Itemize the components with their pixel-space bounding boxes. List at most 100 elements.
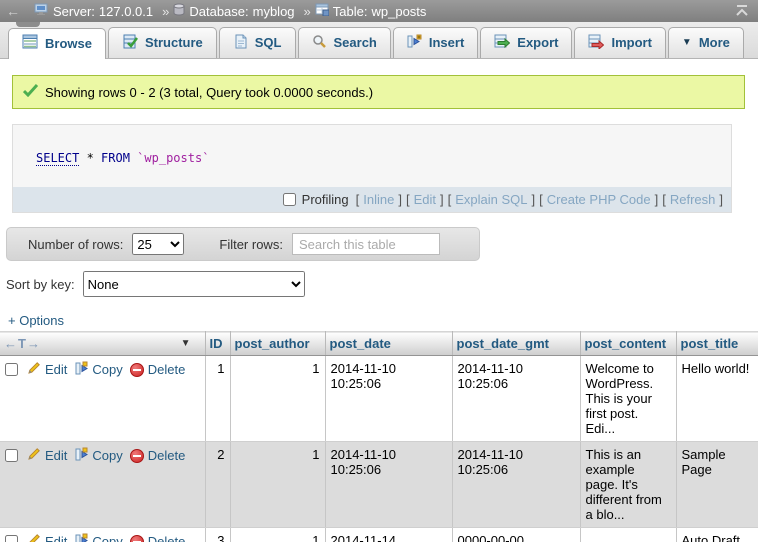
tab-export[interactable]: Export bbox=[480, 27, 572, 58]
breadcrumb-server[interactable]: Server: 127.0.0.1 bbox=[34, 3, 153, 19]
bracket: ] bbox=[532, 192, 536, 207]
cell-id[interactable]: 2 bbox=[205, 442, 230, 528]
delete-icon bbox=[130, 449, 144, 463]
breadcrumb-separator: » bbox=[162, 4, 169, 19]
filter-rows-input[interactable] bbox=[292, 233, 440, 255]
explain-sql-link[interactable]: Explain SQL bbox=[455, 192, 527, 207]
profiling-label: Profiling bbox=[302, 192, 349, 207]
cell-post-date-gmt[interactable]: 0000-00-00 00:00:00 bbox=[452, 528, 580, 542]
browse-icon bbox=[22, 34, 38, 52]
back-arrow-icon[interactable]: ← bbox=[6, 3, 20, 19]
cell-post-date-gmt[interactable]: 2014-11-10 10:25:06 bbox=[452, 356, 580, 442]
check-all-arrows[interactable]: ←T→ bbox=[4, 336, 41, 351]
sql-keyword-select: SELECT bbox=[36, 151, 79, 166]
actions-dropdown-icon[interactable]: ▼ bbox=[181, 338, 191, 349]
import-icon bbox=[588, 34, 604, 52]
bracket: ] bbox=[440, 192, 444, 207]
collapse-icon[interactable] bbox=[734, 4, 750, 20]
row-checkbox[interactable] bbox=[5, 535, 18, 542]
chevron-down-icon: ▼ bbox=[682, 37, 692, 48]
copy-row-link[interactable]: Copy bbox=[74, 447, 122, 464]
table-icon bbox=[315, 3, 329, 19]
pencil-icon bbox=[27, 447, 41, 464]
tab-import[interactable]: Import bbox=[574, 27, 665, 58]
cell-post-content[interactable]: This is an example page. It's different … bbox=[580, 442, 676, 528]
cell-post-date[interactable]: 2014-11-10 10:25:06 bbox=[325, 442, 452, 528]
sql-keyword-from: FROM bbox=[101, 151, 130, 165]
table-row: Edit Copy Delete 2 1 2014-11-10 10:25:06… bbox=[0, 442, 758, 528]
column-header-post-content[interactable]: post_content bbox=[580, 332, 676, 356]
row-checkbox[interactable] bbox=[5, 449, 18, 462]
table-row: Edit Copy Delete 3 1 2014-11-14 06:33:38… bbox=[0, 528, 758, 542]
breadcrumb-table[interactable]: Table: wp_posts bbox=[315, 3, 427, 19]
tab-structure[interactable]: Structure bbox=[108, 27, 217, 58]
tab-search[interactable]: Search bbox=[298, 27, 391, 58]
row-actions-cell: Edit Copy Delete bbox=[0, 442, 205, 528]
delete-row-link[interactable]: Delete bbox=[130, 448, 186, 463]
console-tab-handle[interactable] bbox=[16, 22, 40, 27]
number-of-rows-select[interactable]: 25 bbox=[132, 233, 184, 255]
row-actions-cell: Edit Copy Delete bbox=[0, 528, 205, 542]
header-row: ←T→ ▼ ID post_author post_date post_date… bbox=[0, 332, 758, 356]
delete-row-link[interactable]: Delete bbox=[130, 534, 186, 542]
tab-sql[interactable]: SQL bbox=[219, 27, 296, 58]
cell-post-author[interactable]: 1 bbox=[230, 528, 325, 542]
results-table: ←T→ ▼ ID post_author post_date post_date… bbox=[0, 331, 758, 542]
cell-id[interactable]: 3 bbox=[205, 528, 230, 542]
row-checkbox[interactable] bbox=[5, 363, 18, 376]
edit-row-link[interactable]: Edit bbox=[27, 447, 67, 464]
column-header-id[interactable]: ID bbox=[205, 332, 230, 356]
filter-rows-label: Filter rows: bbox=[219, 237, 283, 252]
cell-post-title[interactable]: Hello world! bbox=[676, 356, 758, 442]
bracket: [ bbox=[662, 192, 666, 207]
column-header-post-author[interactable]: post_author bbox=[230, 332, 325, 356]
copy-row-link[interactable]: Copy bbox=[74, 361, 122, 378]
structure-icon bbox=[122, 34, 138, 52]
create-php-code-link[interactable]: Create PHP Code bbox=[547, 192, 651, 207]
profiling-checkbox[interactable] bbox=[283, 193, 296, 206]
database-icon bbox=[173, 3, 185, 19]
breadcrumb-database[interactable]: Database: myblog bbox=[173, 3, 294, 19]
column-header-post-date-gmt[interactable]: post_date_gmt bbox=[452, 332, 580, 356]
rows-control-bar: Number of rows: 25 Filter rows: bbox=[6, 227, 480, 261]
delete-row-link[interactable]: Delete bbox=[130, 362, 186, 377]
inline-link[interactable]: Inline bbox=[363, 192, 394, 207]
sort-by-key-select[interactable]: None bbox=[83, 271, 305, 297]
copy-icon bbox=[74, 447, 88, 464]
edit-row-link[interactable]: Edit bbox=[27, 361, 67, 378]
bracket: [ bbox=[356, 192, 360, 207]
sql-icon bbox=[233, 34, 248, 52]
cell-id[interactable]: 1 bbox=[205, 356, 230, 442]
cell-post-content[interactable] bbox=[580, 528, 676, 542]
sql-query-box: SELECT * FROM `wp_posts` Profiling [Inli… bbox=[12, 124, 732, 213]
column-header-post-date[interactable]: post_date bbox=[325, 332, 452, 356]
copy-icon bbox=[74, 533, 88, 542]
number-of-rows-label: Number of rows: bbox=[28, 237, 123, 252]
edit-row-link[interactable]: Edit bbox=[27, 533, 67, 542]
options-toggle-link[interactable]: + Options bbox=[8, 313, 64, 328]
pencil-icon bbox=[27, 533, 41, 542]
search-icon bbox=[312, 34, 327, 52]
cell-post-title[interactable]: Auto Draft bbox=[676, 528, 758, 542]
copy-row-link[interactable]: Copy bbox=[74, 533, 122, 542]
bracket: [ bbox=[406, 192, 410, 207]
sort-by-key-label: Sort by key: bbox=[6, 277, 75, 292]
server-icon bbox=[34, 3, 49, 19]
cell-post-author[interactable]: 1 bbox=[230, 442, 325, 528]
row-actions-cell: Edit Copy Delete bbox=[0, 356, 205, 442]
cell-post-date[interactable]: 2014-11-14 06:33:38 bbox=[325, 528, 452, 542]
breadcrumb-separator: » bbox=[304, 4, 311, 19]
cell-post-date-gmt[interactable]: 2014-11-10 10:25:06 bbox=[452, 442, 580, 528]
cell-post-content[interactable]: Welcome to WordPress. This is your first… bbox=[580, 356, 676, 442]
cell-post-author[interactable]: 1 bbox=[230, 356, 325, 442]
edit-query-link[interactable]: Edit bbox=[414, 192, 436, 207]
column-header-post-title[interactable]: post_title bbox=[676, 332, 758, 356]
cell-post-title[interactable]: Sample Page bbox=[676, 442, 758, 528]
sql-tools-bar: Profiling [Inline] [Edit] [Explain SQL] … bbox=[13, 187, 731, 212]
insert-icon bbox=[407, 34, 422, 52]
refresh-link[interactable]: Refresh bbox=[670, 192, 716, 207]
tab-browse[interactable]: Browse bbox=[8, 28, 106, 59]
cell-post-date[interactable]: 2014-11-10 10:25:06 bbox=[325, 356, 452, 442]
tab-insert[interactable]: Insert bbox=[393, 27, 478, 58]
tab-more[interactable]: ▼ More bbox=[668, 27, 744, 58]
